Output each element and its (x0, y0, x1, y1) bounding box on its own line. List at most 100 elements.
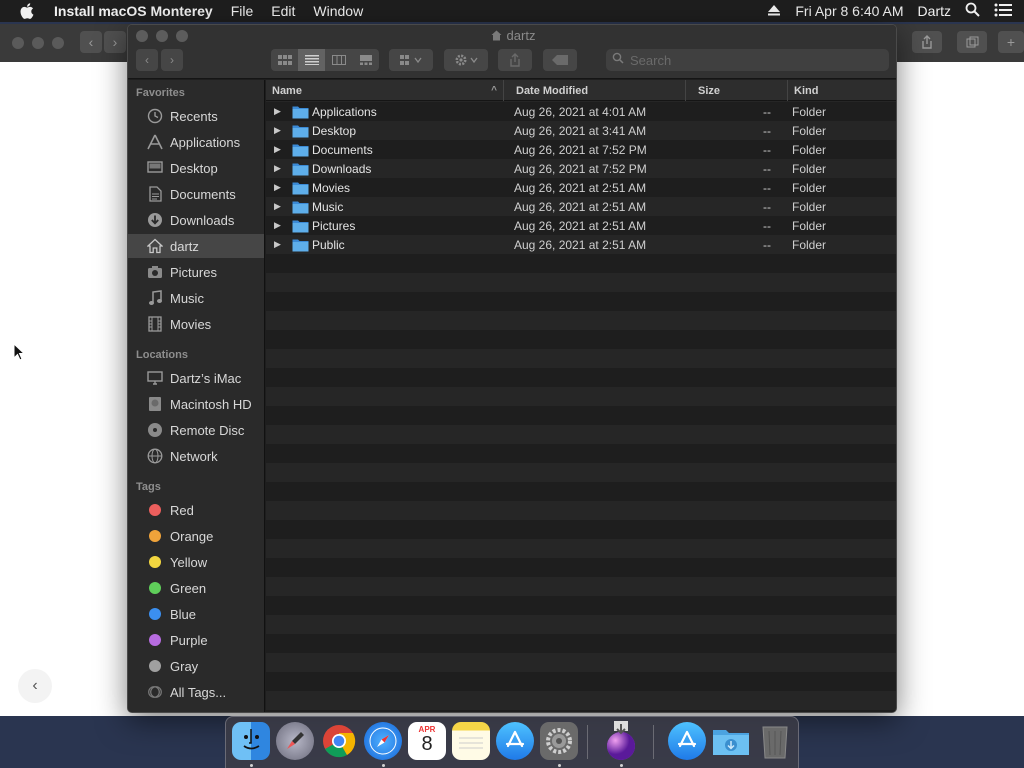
sidebar-item-dartz-imac[interactable]: Dartz’s iMac (128, 366, 264, 390)
table-row[interactable]: ▶ Documents Aug 26, 2021 at 7:52 PM -- Folde… (266, 140, 896, 159)
disclosure-triangle-icon[interactable]: ▶ (274, 140, 284, 159)
column-name-header[interactable]: Name ^ (266, 80, 504, 101)
sidebar-tag-gray[interactable]: Gray (128, 654, 264, 678)
icon-view-button[interactable] (271, 49, 298, 71)
search-input[interactable] (630, 52, 870, 68)
sidebar-item-movies[interactable]: Movies (128, 312, 264, 336)
spotlight-search-icon[interactable] (965, 2, 980, 20)
file-name: Desktop (312, 123, 357, 138)
edit-tags-button[interactable] (543, 49, 577, 71)
table-row[interactable]: ▶ Public Aug 26, 2021 at 2:51 AM -- Folder (266, 235, 896, 254)
sidebar-tag-green[interactable]: Green (128, 576, 264, 600)
disclosure-triangle-icon[interactable]: ▶ (274, 121, 284, 140)
column-date-header[interactable]: Date Modified (510, 80, 686, 101)
launchpad-icon[interactable] (276, 722, 314, 760)
menu-user[interactable]: Dartz (918, 3, 951, 19)
window-menu[interactable]: Window (313, 3, 363, 19)
app-name-menu[interactable]: Install macOS Monterey (54, 3, 213, 19)
edit-menu[interactable]: Edit (271, 3, 295, 19)
table-row[interactable]: ▶ Pictures Aug 26, 2021 at 2:51 AM -- Folder (266, 216, 896, 235)
apple-menu-icon[interactable] (0, 3, 54, 19)
file-size: -- (763, 180, 771, 195)
sidebar-tag-purple[interactable]: Purple (128, 628, 264, 652)
safari-icon[interactable] (364, 722, 402, 760)
background-tabs-icon[interactable] (957, 31, 987, 53)
finder-icon[interactable] (232, 722, 270, 760)
sidebar-item-recents[interactable]: Recents (128, 104, 264, 128)
file-menu[interactable]: File (231, 3, 254, 19)
app-store-downloads-icon[interactable] (668, 722, 706, 760)
sidebar-item-music[interactable]: Music (128, 286, 264, 310)
column-view-button[interactable] (325, 49, 352, 71)
sidebar-item-network[interactable]: Network (128, 444, 264, 468)
list-view-button[interactable] (298, 49, 325, 71)
background-new-tab-icon[interactable]: + (998, 31, 1024, 53)
column-header: Name ^ Date Modified Size Kind (266, 80, 896, 101)
disclosure-triangle-icon[interactable]: ▶ (274, 102, 284, 121)
sidebar-item-dartz[interactable]: dartz (128, 234, 264, 258)
folder-icon (292, 121, 309, 140)
sidebar-tag-all-tags[interactable]: All Tags... (128, 680, 264, 704)
chrome-icon[interactable] (320, 722, 358, 760)
disclosure-triangle-icon[interactable]: ▶ (274, 159, 284, 178)
all-tags-icon (145, 683, 165, 701)
gallery-view-button[interactable] (352, 49, 379, 71)
sidebar-item-label: Purple (170, 632, 208, 648)
file-date-modified: Aug 26, 2021 at 2:51 AM (514, 199, 647, 214)
sidebar-item-downloads[interactable]: Downloads (128, 208, 264, 232)
disclosure-triangle-icon[interactable]: ▶ (274, 178, 284, 197)
system-preferences-icon[interactable] (540, 722, 578, 760)
sidebar-item-macintosh-hd[interactable]: Macintosh HD (128, 392, 264, 416)
sidebar-item-desktop[interactable]: Desktop (128, 156, 264, 180)
forward-button[interactable]: › (161, 49, 183, 71)
menu-clock[interactable]: Fri Apr 8 6:40 AM (795, 3, 903, 19)
computer-icon (145, 369, 165, 387)
background-zoom-button[interactable] (52, 37, 64, 49)
file-kind: Folder (792, 123, 827, 138)
notification-center-icon[interactable] (994, 3, 1012, 20)
file-size: -- (763, 218, 771, 233)
table-row[interactable]: ▶ Music Aug 26, 2021 at 2:51 AM -- Folder (266, 197, 896, 216)
back-button[interactable]: ‹ (136, 49, 158, 71)
sidebar-item-remote-disc[interactable]: Remote Disc (128, 418, 264, 442)
share-button[interactable] (498, 49, 532, 71)
table-row[interactable]: ▶ Applications Aug 26, 2021 at 4:01 AM -- Fo… (266, 102, 896, 121)
sidebar-tag-yellow[interactable]: Yellow (128, 550, 264, 574)
install-macos-icon[interactable] (602, 721, 640, 760)
sidebar-tag-red[interactable]: Red (128, 498, 264, 522)
background-share-icon[interactable] (912, 31, 942, 53)
column-kind-header[interactable]: Kind (788, 80, 896, 101)
file-size: -- (763, 104, 771, 119)
sidebar-tag-orange[interactable]: Orange (128, 524, 264, 548)
table-row[interactable]: ▶ Desktop Aug 26, 2021 at 3:41 AM -- Folder (266, 121, 896, 140)
file-kind: Folder (792, 180, 827, 195)
disclosure-triangle-icon[interactable]: ▶ (274, 197, 284, 216)
back-chevron-icon[interactable]: ‹ (18, 669, 52, 703)
trash-icon[interactable] (756, 722, 794, 760)
sidebar-item-label: Downloads (170, 212, 235, 228)
sidebar-tag-blue[interactable]: Blue (128, 602, 264, 626)
search-field[interactable] (606, 49, 889, 71)
app-store-icon[interactable] (496, 722, 534, 760)
column-size-header[interactable]: Size (692, 80, 788, 101)
downloads-folder-icon[interactable] (712, 722, 750, 760)
table-row[interactable]: ▶ Movies Aug 26, 2021 at 2:51 AM -- Folder (266, 178, 896, 197)
table-row[interactable]: ▶ Downloads Aug 26, 2021 at 7:52 PM -- Folde… (266, 159, 896, 178)
background-forward-icon[interactable]: › (104, 31, 126, 53)
column-size-label: Size (698, 84, 721, 97)
disclosure-triangle-icon[interactable]: ▶ (274, 235, 284, 254)
notes-icon[interactable] (452, 722, 490, 760)
action-gear-button[interactable] (444, 49, 488, 71)
background-back-icon[interactable]: ‹ (80, 31, 102, 53)
group-by-button[interactable] (389, 49, 433, 71)
background-minimize-button[interactable] (32, 37, 44, 49)
file-date-modified: Aug 26, 2021 at 7:52 PM (514, 161, 647, 176)
sidebar-item-applications[interactable]: Applications (128, 130, 264, 154)
background-close-button[interactable] (12, 37, 24, 49)
eject-icon[interactable] (767, 3, 781, 19)
disclosure-triangle-icon[interactable]: ▶ (274, 216, 284, 235)
sidebar-item-documents[interactable]: Documents (128, 182, 264, 206)
calendar-icon[interactable]: APR 8 (408, 722, 446, 760)
blue-tag-dot-icon (145, 605, 165, 623)
sidebar-item-pictures[interactable]: Pictures (128, 260, 264, 284)
